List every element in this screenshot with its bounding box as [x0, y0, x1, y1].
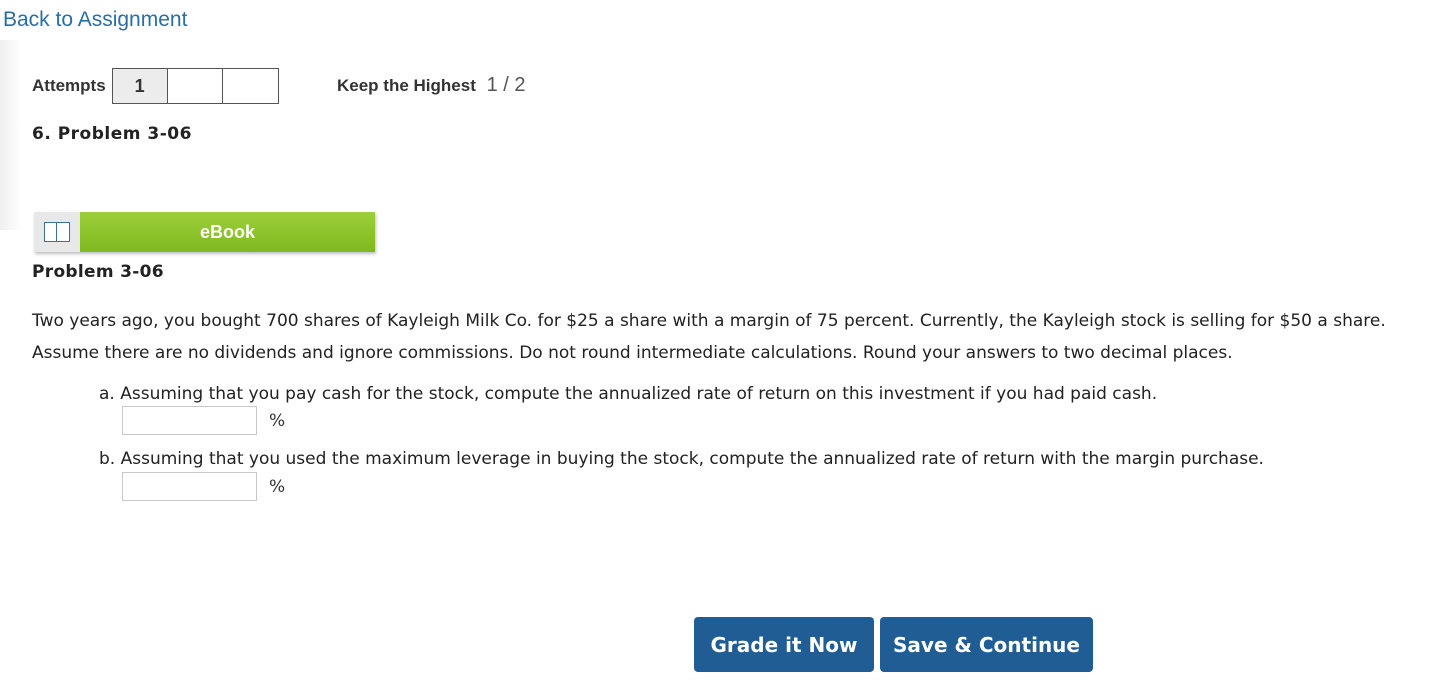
back-to-assignment-link[interactable]: Back to Assignment: [3, 8, 187, 32]
grade-it-now-button[interactable]: Grade it Now: [694, 617, 874, 672]
attempt-box-2: [167, 69, 223, 103]
answer-b-unit: %: [269, 476, 286, 497]
keep-highest-label: Keep the Highest: [337, 76, 476, 95]
keep-highest-score: 1 / 2: [486, 74, 526, 96]
ebook-icon-container: [34, 212, 80, 252]
answer-b-input[interactable]: [122, 472, 257, 501]
attempt-box-1: 1: [112, 69, 168, 103]
problem-statement: Two years ago, you bought 700 shares of …: [32, 311, 1386, 363]
left-edge-shadow: [0, 40, 22, 230]
ebook-button[interactable]: eBook: [34, 212, 375, 252]
book-icon: [44, 222, 70, 242]
question-a-text: a. Assuming that you pay cash for the st…: [99, 384, 1158, 404]
problem-title: Problem 3-06: [32, 262, 164, 282]
question-b-text: b. Assuming that you used the maximum le…: [99, 449, 1264, 469]
problem-heading: 6. Problem 3-06: [32, 124, 192, 144]
answer-a-input[interactable]: [122, 406, 257, 435]
attempts-label: Attempts: [32, 76, 106, 95]
answer-a-unit: %: [269, 410, 286, 431]
answer-row-b: %: [122, 472, 285, 501]
ebook-label: eBook: [80, 212, 375, 252]
save-and-continue-button[interactable]: Save & Continue: [880, 617, 1093, 672]
answer-row-a: %: [122, 406, 285, 435]
keep-highest: Keep the Highest 1 / 2: [337, 74, 526, 97]
attempt-box-3: [222, 69, 278, 103]
attempts-row: Attempts 1: [32, 68, 279, 104]
attempt-boxes: 1: [111, 68, 279, 104]
assignment-page: Back to Assignment Attempts 1 Keep the H…: [0, 0, 1432, 681]
